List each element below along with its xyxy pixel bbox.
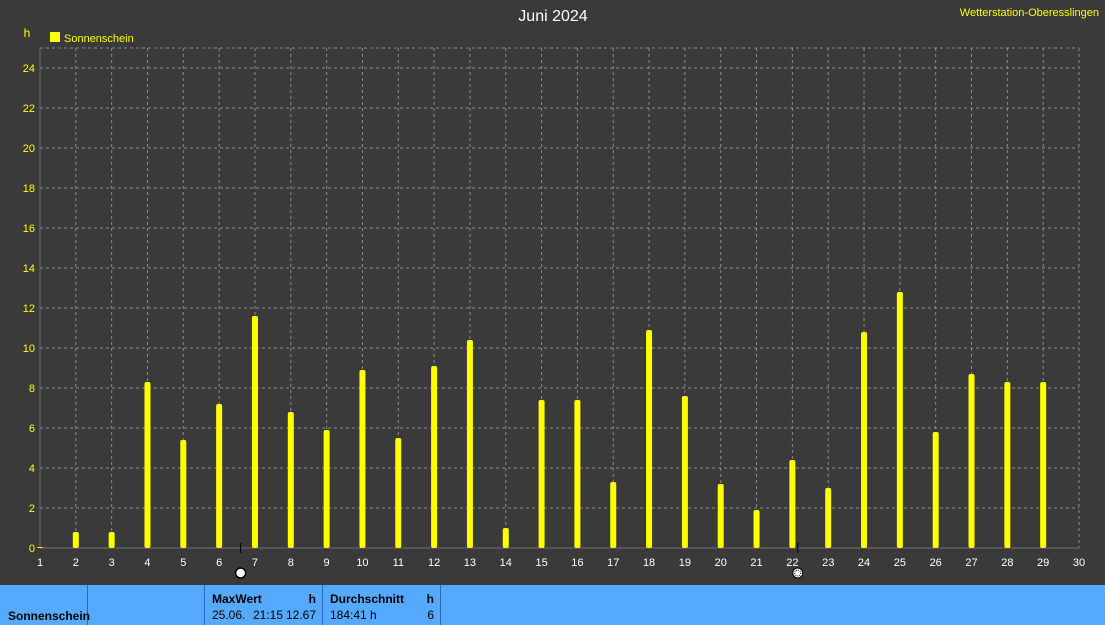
max-value: 12.67 <box>285 608 316 622</box>
y-tick-label: 18 <box>23 183 35 195</box>
bar <box>180 440 187 548</box>
x-tick-label: 17 <box>607 557 619 569</box>
avg-title: Durchschnitt <box>330 592 405 606</box>
chart-title: Juni 2024 <box>518 8 587 25</box>
bar <box>717 484 724 548</box>
bar <box>932 432 939 548</box>
y-tick-label: 10 <box>23 343 35 355</box>
legend-label: Sonnenschein <box>64 33 134 45</box>
bar <box>789 460 796 548</box>
y-tick-label: 14 <box>23 263 35 275</box>
x-tick-label: 6 <box>216 557 222 569</box>
bar <box>753 510 760 548</box>
bar <box>323 430 330 548</box>
bar <box>968 374 975 548</box>
y-tick-label: 12 <box>23 303 35 315</box>
bar <box>538 400 545 548</box>
x-tick-label: 30 <box>1073 557 1085 569</box>
bar <box>466 340 473 548</box>
bar <box>681 396 688 548</box>
x-tick-label: 18 <box>643 557 655 569</box>
x-tick-label: 9 <box>324 557 330 569</box>
x-tick-label: 19 <box>679 557 691 569</box>
x-tick-label: 15 <box>535 557 547 569</box>
x-tick-label: 7 <box>252 557 258 569</box>
x-tick-label: 12 <box>428 557 440 569</box>
avg-total: 184:41 h <box>330 608 377 622</box>
x-tick-label: 22 <box>786 557 798 569</box>
max-title: MaxWert <box>212 592 262 606</box>
x-tick-label: 28 <box>1001 557 1013 569</box>
x-tick-label: 25 <box>894 557 906 569</box>
summary-panel: Sonnenschein MaxWert h 25.06. 21:15 12.6… <box>0 585 1105 625</box>
max-time: 21:15 <box>253 608 284 622</box>
avg-value: 6 <box>427 608 434 622</box>
summary-label: Sonnenschein <box>8 609 91 623</box>
x-tick-label: 16 <box>571 557 583 569</box>
y-axis-unit: h <box>24 26 31 40</box>
bar <box>861 332 868 548</box>
bar <box>574 400 581 548</box>
bar <box>144 382 151 548</box>
x-tick-label: 20 <box>715 557 727 569</box>
y-tick-label: 22 <box>23 103 35 115</box>
bar <box>216 404 223 548</box>
avg-unit: h <box>426 592 434 606</box>
y-tick-label: 2 <box>29 503 35 515</box>
x-tick-label: 23 <box>822 557 834 569</box>
bar <box>1040 382 1047 548</box>
x-tick-label: 27 <box>965 557 977 569</box>
x-tick-label: 5 <box>180 557 186 569</box>
bar <box>896 292 903 548</box>
max-cell: MaxWert h 25.06. 21:15 12.67 <box>205 585 323 625</box>
bar <box>251 316 258 548</box>
avg-cell: Durchschnitt h 184:41 h 6 <box>323 585 441 625</box>
bar <box>646 330 653 548</box>
x-tick-labels: 1 2 3 4 5 6 7 8 9 10 11 12 13 14 15 16 17 18 19 20 21 22 23 24 2… <box>37 557 1085 569</box>
bar <box>359 370 366 548</box>
y-tick-label: 24 <box>23 63 35 75</box>
x-tick-label: 8 <box>288 557 294 569</box>
y-tick-label: 4 <box>29 463 35 475</box>
y-tick-label: 16 <box>23 223 35 235</box>
chart-area: Juni 2024 Wetterstation-Oberesslingen h … <box>23 7 1099 579</box>
legend-swatch <box>50 32 60 42</box>
full-moon-icon <box>234 567 247 579</box>
max-unit: h <box>308 592 316 606</box>
summary-label-cell: Sonnenschein <box>0 585 91 625</box>
bar <box>287 412 294 548</box>
y-tick-label: 8 <box>29 383 35 395</box>
bar <box>610 482 617 548</box>
bar <box>825 488 832 548</box>
station-name: Wetterstation-Oberesslingen <box>960 7 1099 19</box>
x-tick-label: 14 <box>500 557 512 569</box>
bar <box>1004 382 1011 548</box>
bar <box>502 528 509 548</box>
max-date: 25.06. <box>212 608 246 622</box>
x-tick-label: 10 <box>356 557 368 569</box>
x-tick-label: 13 <box>464 557 476 569</box>
new-moon-icon <box>792 567 804 579</box>
x-tick-label: 24 <box>858 557 870 569</box>
bar <box>431 366 438 548</box>
bar <box>72 532 79 548</box>
bar <box>37 547 43 548</box>
y-tick-labels: 024681012141618202224 <box>23 63 35 555</box>
summary-blank-cell <box>88 585 205 625</box>
grid-lines <box>39 47 1080 549</box>
x-tick-label: 1 <box>37 557 43 569</box>
x-tick-label: 3 <box>109 557 115 569</box>
bar <box>108 532 115 548</box>
y-tick-label: 20 <box>23 143 35 155</box>
x-tick-label: 26 <box>930 557 942 569</box>
bar <box>395 438 402 548</box>
y-tick-label: 0 <box>29 543 35 555</box>
x-tick-label: 4 <box>144 557 150 569</box>
x-tick-label: 29 <box>1037 557 1049 569</box>
x-tick-label: 2 <box>73 557 79 569</box>
x-tick-label: 11 <box>393 557 404 569</box>
y-tick-label: 6 <box>29 423 35 435</box>
x-tick-label: 21 <box>750 557 762 569</box>
